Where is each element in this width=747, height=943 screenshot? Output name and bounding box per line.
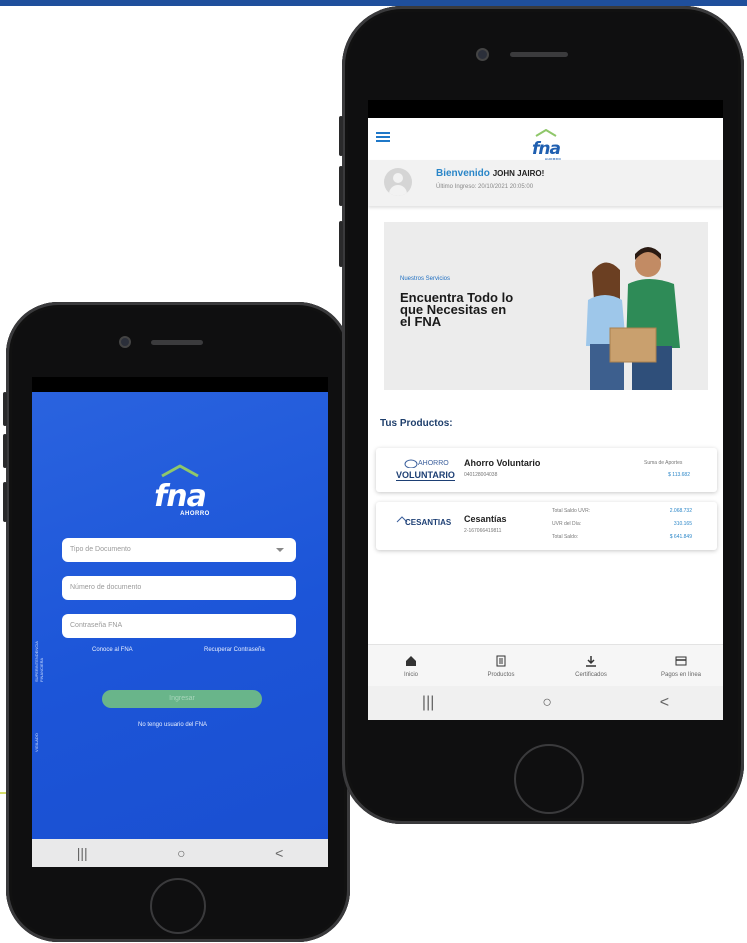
home-button[interactable] [514,744,584,814]
product-number: 2-167066419811 [464,528,502,534]
detail-label: UVR del Día: [552,521,582,527]
logo-bottom-text: VOLUNTARIO [396,470,455,481]
about-fna-link[interactable]: Conoce al FNA [92,647,133,653]
back-button[interactable]: < [275,845,283,861]
fna-logo: fna AHORRO [516,124,576,161]
products-title: Tus Productos: [380,418,453,429]
product-name: Cesantías [464,514,507,524]
detail-value: 2.068.732 [669,508,692,514]
system-nav-bar: ||| ○ < [368,686,723,720]
front-camera [119,336,131,348]
home-nav-button[interactable]: ○ [542,694,552,712]
last-login: Último Ingreso: 20/10/2021 20:05:00 [436,184,534,190]
ahorro-voluntario-logo: AHORRO VOLUNTARIO [396,458,456,484]
earpiece-speaker [151,340,203,345]
front-camera [476,48,489,61]
logo-top-text: AHORRO [418,460,449,467]
side-button [339,221,343,267]
volume-down-button [3,434,7,468]
document-icon [496,655,506,667]
roof-icon [161,464,199,478]
app-header: fna AHORRO [368,118,723,161]
password-placeholder: Contraseña FNA [70,622,123,629]
home-screen: fna AHORRO Bienvenido JOHN JAIRO! Último… [368,100,723,720]
card-icon [675,656,687,666]
user-name: JOHN JAIRO! [492,169,545,178]
earpiece-speaker [510,52,568,57]
logo-text: CESANTIAS [405,518,452,527]
password-field[interactable]: Contraseña FNA [62,614,296,638]
left-phone-frame: SUPERINTENDENCIA FINANCIERA VIGILADO fna… [3,302,350,942]
piggy-bank-icon [404,459,418,468]
avatar[interactable] [384,168,412,196]
login-panel: SUPERINTENDENCIA FINANCIERA VIGILADO fna… [32,392,328,839]
side-button [3,482,7,522]
nav-label: Inicio [403,672,418,678]
side-legal-text: SUPERINTENDENCIA FINANCIERA [34,641,44,682]
recover-password-link[interactable]: Recuperar Contraseña [204,647,265,653]
download-icon [586,656,596,667]
product-name: Ahorro Voluntario [464,458,541,468]
nav-label: Productos [487,672,515,678]
volume-down-button [339,166,343,206]
nav-label: Certificados [575,672,607,678]
home-icon [406,656,416,666]
login-button[interactable]: Ingresar [102,690,262,708]
status-bar [368,100,723,118]
side-legal-text-2: VIGILADO [34,733,39,752]
product-number: 040128004038 [464,472,498,478]
welcome-line: Bienvenido JOHN JAIRO! [436,168,544,179]
nav-label: Pagos en línea [660,672,702,678]
back-button[interactable]: < [660,694,669,712]
home-nav-button[interactable]: ○ [177,845,185,861]
detail-label: Suma de Aportes [644,460,683,466]
detail-value: $ 113.682 [668,472,690,478]
volume-up-button [3,392,7,426]
roof-icon [535,129,557,137]
fna-logo: fna AHORRO [140,464,220,517]
logo-mark: fna [154,479,207,514]
document-type-select[interactable]: Tipo de Documento [62,538,296,562]
detail-value: $ 641.849 [669,534,692,540]
menu-icon[interactable] [376,132,390,142]
welcome-panel: Bienvenido JOHN JAIRO! Último Ingreso: 2… [368,160,723,206]
detail-label: Total Saldo: [552,534,579,540]
product-card-cesantias[interactable]: CESANTIAS Cesantías 2-167066419811 Total… [376,502,717,550]
greeting: Bienvenido [436,168,490,179]
home-button[interactable] [150,878,206,934]
login-screen: SUPERINTENDENCIA FINANCIERA VIGILADO fna… [32,377,328,867]
no-user-link[interactable]: No tengo usuario del FNA [138,722,207,728]
document-number-field[interactable]: Número de documento [62,576,296,600]
services-banner[interactable]: Nuestros Servicios Encuentra Todo lo que… [384,222,708,390]
system-nav-bar: ||| ○ < [32,839,328,867]
volume-up-button [339,116,343,156]
logo-mark: fna [532,139,561,159]
product-card-ahorro[interactable]: AHORRO VOLUNTARIO Ahorro Voluntario 0401… [376,448,717,492]
detail-value: 310.165 [673,521,692,527]
chevron-down-icon [276,548,284,552]
couple-photo [586,247,680,390]
document-number-placeholder: Número de documento [70,584,142,591]
status-bar [32,377,328,392]
banner-headline: Encuentra Todo lo que Necesitas en el FN… [400,290,514,329]
recents-button[interactable]: ||| [422,694,434,712]
bottom-nav: Inicio Productos Certificados Pagos en l… [368,644,723,687]
banner-kicker: Nuestros Servicios [400,276,451,282]
document-type-placeholder: Tipo de Documento [70,546,131,553]
detail-label: Total Saldo UVR: [552,508,591,514]
recents-button[interactable]: ||| [77,845,88,861]
